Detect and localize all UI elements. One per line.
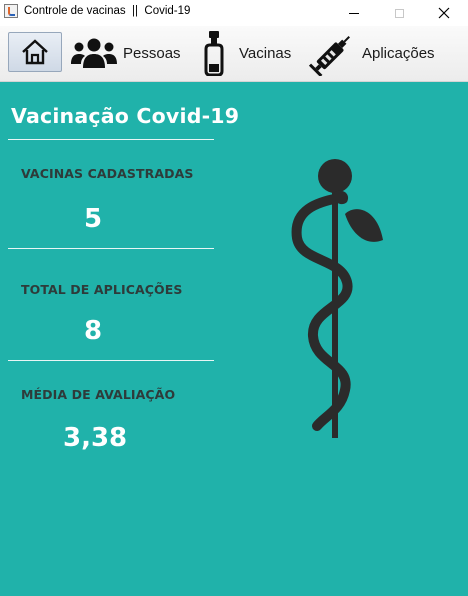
window-titlebar: Controle de vacinas || Covid-19 <box>0 0 468 26</box>
toolbar-aplicacoes-label: Aplicações <box>362 44 435 62</box>
syringe-icon <box>309 36 350 76</box>
main-toolbar: Pessoas Vacinas Aplicações <box>0 26 468 82</box>
close-icon <box>438 7 450 19</box>
stat-value-avaliacao: 3,38 <box>63 423 128 453</box>
stat-divider <box>8 248 214 249</box>
minimize-icon <box>349 12 359 14</box>
toolbar-pessoas-button[interactable]: Pessoas <box>70 30 181 76</box>
home-icon <box>22 39 48 65</box>
window-title: Controle de vacinas || Covid-19 <box>24 5 191 17</box>
stat-label-vacinas: VACINAS CADASTRADAS <box>21 166 194 181</box>
stat-divider <box>8 360 214 361</box>
close-button[interactable] <box>421 0 467 26</box>
stat-label-avaliacao: MÉDIA DE AVALIAÇÃO <box>21 387 176 402</box>
toolbar-pessoas-label: Pessoas <box>123 44 181 62</box>
toolbar-aplicacoes-button[interactable]: Aplicações <box>309 30 435 76</box>
title-divider <box>8 139 214 140</box>
maximize-button[interactable] <box>376 0 422 26</box>
toolbar-vacinas-label: Vacinas <box>239 44 292 62</box>
stat-value-vacinas: 5 <box>84 204 103 234</box>
people-icon <box>71 38 117 68</box>
toolbar-vacinas-button[interactable]: Vacinas <box>202 30 291 76</box>
caduceus-icon <box>291 159 383 438</box>
dashboard-panel: Vacinação Covid-19 VACINAS CADASTRADAS 5… <box>0 82 468 596</box>
stat-label-aplicacoes: TOTAL DE APLICAÇÕES <box>21 282 183 297</box>
home-button[interactable] <box>8 32 62 72</box>
vial-icon <box>204 31 224 76</box>
page-title: Vacinação Covid-19 <box>11 104 240 128</box>
minimize-button[interactable] <box>331 0 377 26</box>
stat-value-aplicacoes: 8 <box>84 316 103 346</box>
maximize-icon <box>394 8 404 18</box>
java-app-icon <box>4 4 18 18</box>
